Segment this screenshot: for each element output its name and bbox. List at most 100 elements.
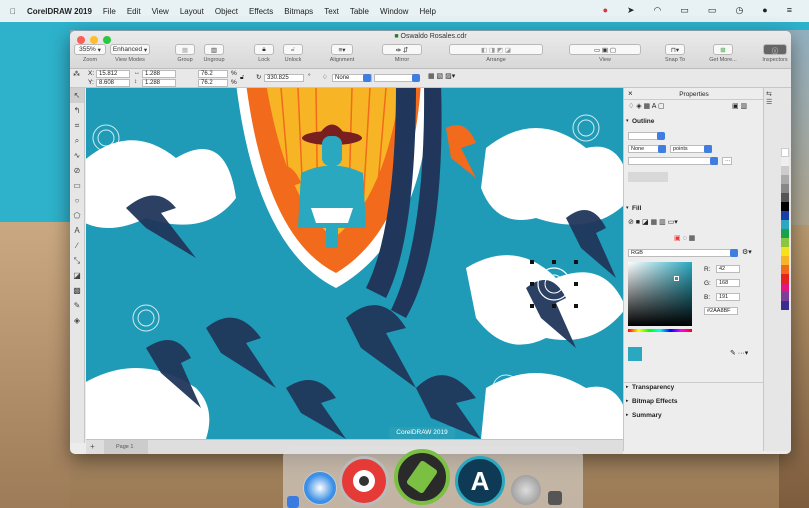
polygon-tool-icon[interactable]: ⬠ [70, 208, 84, 223]
eyedropper-icon[interactable]: ✎ ···▾ [730, 349, 748, 357]
hue-slider[interactable] [628, 329, 692, 332]
shape-tool-icon[interactable]: ↰ [70, 103, 84, 118]
width-field[interactable]: 1.288 [142, 70, 176, 78]
rectangle-tool-icon[interactable]: ▭ [70, 178, 84, 193]
wrap-text-icon[interactable]: ▦ ▧ ▨▾ [428, 72, 455, 80]
drop-shadow-tool-icon[interactable]: ◪ [70, 268, 84, 283]
color-picker-handle[interactable] [674, 276, 679, 281]
unlock-button[interactable]: 🔓︎ [283, 44, 303, 55]
line-style-more-button[interactable]: ··· [722, 157, 732, 165]
color-mode-icons[interactable]: ▣ ◌ ▦ [674, 234, 695, 242]
launchpad-icon[interactable] [511, 475, 541, 505]
menu-text[interactable]: Text [324, 7, 339, 16]
hex-value-field[interactable]: #2AA8BF [704, 307, 738, 315]
docker-tab-icons[interactable]: ♢ ◈ ▦ A ▢ [628, 102, 665, 110]
red-value-field[interactable]: 42 [716, 265, 740, 273]
wifi-icon[interactable]: ◠ [654, 5, 662, 16]
summary-expand-icon[interactable]: ▸ [626, 412, 629, 418]
view-modes-select[interactable]: Enhanced ▾ [110, 44, 150, 55]
docker-tabs-icon[interactable]: ⇆ ☰ [766, 90, 772, 106]
safari-icon[interactable] [303, 471, 337, 505]
page-tab[interactable]: Page 1 [104, 440, 148, 454]
list-icon[interactable]: ≡ [787, 5, 792, 16]
snap-to-button[interactable]: ⊓▾ [665, 44, 685, 55]
scale-y-field[interactable]: 76.2 [198, 79, 228, 87]
coreldraw-icon[interactable] [394, 449, 450, 505]
menu-effects[interactable]: Effects [249, 7, 273, 16]
smart-fill-icon[interactable]: ⊘ [70, 163, 84, 178]
outline-collapse-icon[interactable]: ▾ [626, 118, 629, 124]
view-buttons[interactable]: ▭ ▣ ▢ [569, 44, 641, 55]
docker-view-icons[interactable]: ▣ ▥ [732, 102, 747, 110]
inspectors-button[interactable]: ⓘ [763, 44, 787, 55]
system-preferences-icon[interactable] [548, 491, 562, 505]
freehand-tool-icon[interactable]: ∿ [70, 148, 84, 163]
location-icon[interactable]: ➤ [627, 5, 635, 16]
menu-window[interactable]: Window [380, 7, 408, 16]
palette-swatches[interactable] [781, 148, 789, 310]
fill-collapse-icon[interactable]: ▾ [626, 205, 629, 211]
transparency-expand-icon[interactable]: ▸ [626, 384, 629, 390]
rotation-angle-field[interactable]: 330.825 [264, 74, 304, 82]
pick-tool-icon[interactable]: ↖ [70, 88, 84, 103]
corel-photo-paint-icon[interactable] [339, 456, 389, 506]
line-style-docker-dropdown[interactable] [710, 157, 718, 165]
lock-button[interactable]: 🔒︎ [254, 44, 274, 55]
lock-ratio-icon[interactable]: 🔓︎ [240, 74, 244, 82]
y-position-field[interactable]: 8.608 [96, 79, 130, 87]
bitmap-effects-section-title[interactable]: Bitmap Effects [632, 398, 678, 405]
green-value-field[interactable]: 168 [716, 279, 740, 287]
clock-icon[interactable]: ◷ [735, 5, 743, 16]
bitmap-effects-expand-icon[interactable]: ▸ [626, 398, 629, 404]
corner-options[interactable] [628, 172, 668, 182]
menu-object[interactable]: Object [215, 7, 238, 16]
eyedropper-tool-icon[interactable]: ✎ [70, 298, 84, 313]
outline-units-dropdown[interactable] [704, 145, 712, 153]
airplay-icon[interactable]: ▭ [708, 5, 717, 16]
app-menu[interactable]: CorelDRAW 2019 [27, 7, 92, 16]
menu-help[interactable]: Help [419, 7, 435, 16]
ungroup-button[interactable]: ▥ [204, 44, 224, 55]
menu-edit[interactable]: Edit [127, 7, 141, 16]
scale-x-field[interactable]: 76.2 [198, 70, 228, 78]
finder-icon[interactable] [287, 496, 299, 508]
color-picker-area[interactable] [628, 262, 692, 326]
corel-font-manager-icon[interactable]: A [455, 456, 505, 506]
current-fill-swatch[interactable] [628, 347, 642, 361]
status-red-icon[interactable]: ● [603, 5, 608, 16]
transparency-section-title[interactable]: Transparency [632, 384, 674, 391]
line-tool-icon[interactable]: ∕ [70, 238, 84, 253]
menu-bitmaps[interactable]: Bitmaps [284, 7, 313, 16]
zoom-select[interactable]: 355% ▾ [74, 44, 106, 55]
ellipse-tool-icon[interactable]: ○ [70, 193, 84, 208]
menu-table[interactable]: Table [350, 7, 369, 16]
line-style-dropdown[interactable] [412, 74, 420, 82]
arrange-buttons[interactable]: ◧ ◨ ◩ ◪ [449, 44, 543, 55]
transparency-tool-icon[interactable]: ▩ [70, 283, 84, 298]
height-field[interactable]: 1.288 [142, 79, 176, 87]
user-icon[interactable]: ● [762, 5, 767, 16]
color-model-dropdown[interactable] [730, 249, 738, 257]
add-page-icon[interactable]: + [90, 442, 95, 451]
color-settings-icon[interactable]: ⚙▾ [742, 248, 752, 256]
color-model-select[interactable]: RGB [628, 249, 738, 257]
mirror-button[interactable]: ⇹ ⇵ [382, 44, 422, 55]
zoom-tool-icon[interactable]: ⌕ [70, 133, 84, 148]
alignment-button[interactable]: ≡▾ [331, 44, 353, 55]
battery-icon[interactable]: ▭ [680, 5, 689, 16]
get-more-button[interactable]: ⊞ [713, 44, 733, 55]
apple-icon[interactable]:  [10, 7, 16, 16]
outline-width-dropdown[interactable] [363, 74, 371, 82]
x-position-field[interactable]: 15.812 [96, 70, 130, 78]
outline-width-docker-dropdown[interactable] [658, 145, 666, 153]
connector-tool-icon[interactable]: ⤡ [70, 253, 84, 268]
fill-type-icons[interactable]: ⊘ ■ ◪ ▦ ▥ ▭▾ [628, 218, 678, 226]
group-button[interactable]: ▦ [175, 44, 195, 55]
menu-layout[interactable]: Layout [180, 7, 204, 16]
menu-view[interactable]: View [152, 7, 169, 16]
outline-color-dropdown[interactable] [657, 132, 665, 140]
crop-tool-icon[interactable]: ⌗ [70, 118, 84, 133]
text-tool-icon[interactable]: A [70, 223, 84, 238]
drawing-canvas[interactable] [86, 88, 624, 439]
menu-file[interactable]: File [103, 7, 116, 16]
